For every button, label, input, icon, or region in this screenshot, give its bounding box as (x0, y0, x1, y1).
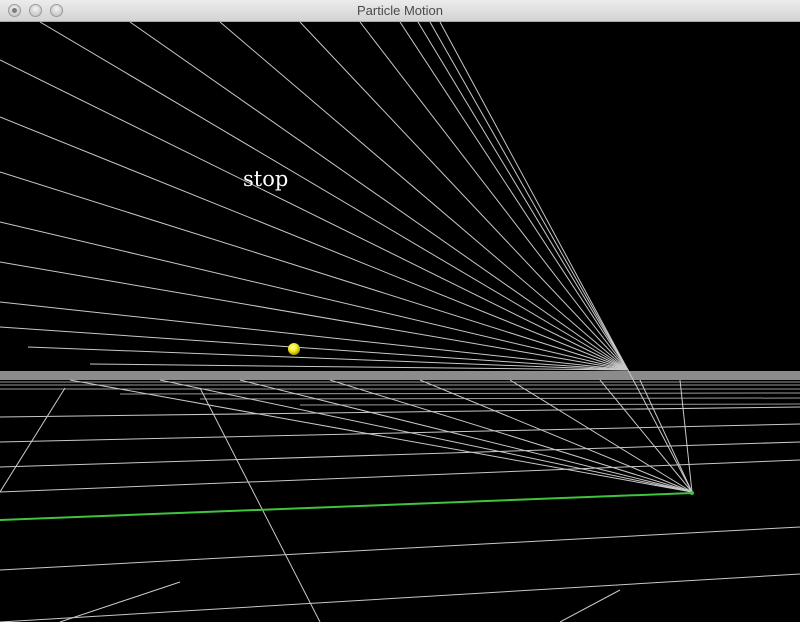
scene-graphics (0, 22, 800, 622)
anchor-point (690, 491, 694, 495)
app-window: Particle Motion stop (0, 0, 800, 622)
floor-grid-lines (69, 369, 693, 493)
3d-viewport[interactable]: stop (0, 22, 800, 622)
particle (288, 343, 300, 355)
window-title: Particle Motion (357, 3, 443, 18)
horizon-band (0, 371, 800, 380)
trajectory-line (0, 492, 693, 521)
stop-button[interactable]: stop (243, 167, 288, 191)
title-bar: Particle Motion (0, 0, 800, 22)
wall-grid-lines (0, 22, 629, 371)
